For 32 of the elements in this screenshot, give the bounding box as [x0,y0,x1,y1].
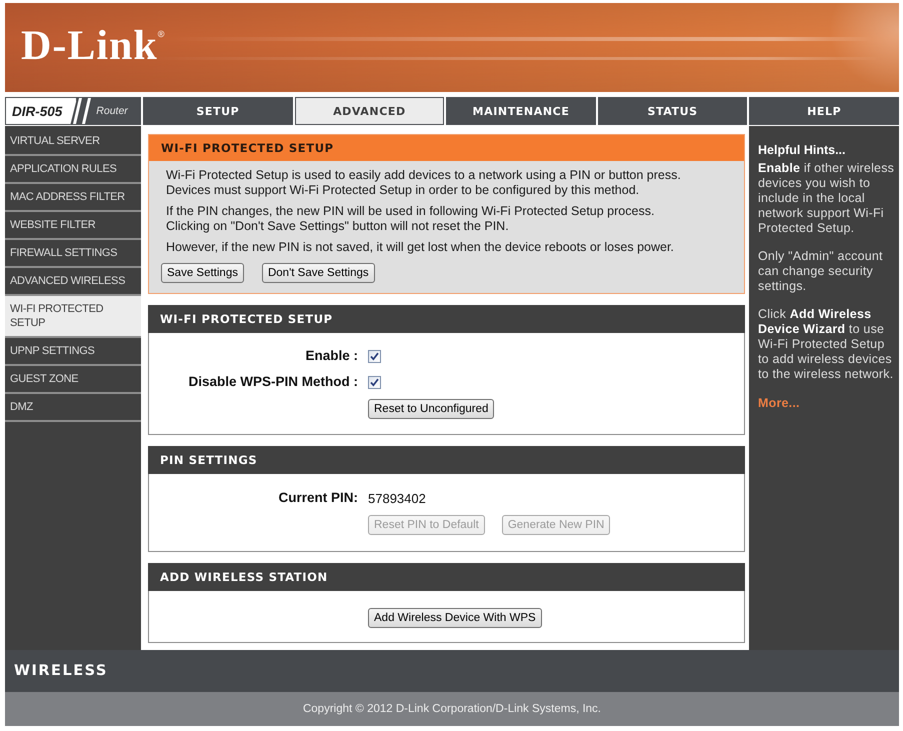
save-settings-button[interactable]: Save Settings [161,263,244,283]
reset-unconfigured-button[interactable]: Reset to Unconfigured [368,399,494,419]
checkbox[interactable] [368,350,381,362]
checkbox[interactable] [368,376,381,388]
section-header: PIN SETTINGS [148,446,745,474]
model-type: Router [96,105,128,117]
nav-tab[interactable]: HELP [749,97,899,125]
more-link[interactable]: More... [758,396,800,411]
brand-logo: D-Link$^{®}$ [21,24,166,66]
sidebar-item[interactable]: WI-FI PROTECTED SETUP [5,296,141,338]
section-header: WI-FI PROTECTED SETUP [148,305,745,333]
intro-paragraph: Wi-Fi Protected Setup is used to easily add devices to a network using a PIN or button press. Devices must support Wi-Fi Protected Setup in order to be configured by this method. [165,168,682,198]
wireless-label: WIRELESS [14,663,108,679]
nav-tab[interactable]: SETUP [143,97,293,125]
nav-tab[interactable]: MAINTENANCE [446,97,596,125]
help-paragraph: Only "Admin" account can change security settings. [758,249,884,294]
field-label: Enable : [304,347,358,365]
nav-tab[interactable]: ADVANCED [294,97,444,125]
add-device-button[interactable]: Add Wireless Device With WPS [368,608,542,628]
field-label: Disable WPS-PIN Method : [187,373,358,391]
intro-paragraph: However, if the new PIN is not saved, it will get lost when the device reboots or loses power. [165,240,675,255]
intro-header: WI-FI PROTECTED SETUP [149,135,744,161]
copyright-text: Copyright © 2012 D-Link Corporation/D-Link Systems, Inc. [302,703,601,715]
pin-value: 57893402 [368,490,426,506]
intro-paragraph: If the PIN changes, the new PIN will be used in following Wi-Fi Protected Setup process. Clicking on "Don't Save Settings" button will not reset the PIN. [165,204,656,234]
section-header: ADD WIRELESS STATION [148,563,745,591]
help-paragraph: Click Add Wireless Device Wizard to use Wi-Fi Protected Setup to add wireless devices to the wireless network. [758,307,894,382]
help-paragraph: Enable if other wireless devices you wish to include in the local network support Wi-Fi Protected Setup. [758,161,896,236]
dont-save-button[interactable]: Don't Save Settings [262,263,375,283]
nav-tab[interactable]: STATUS [598,97,748,125]
pin-label: Current PIN: [277,489,358,507]
help-title: Helpful Hints... [758,143,846,158]
